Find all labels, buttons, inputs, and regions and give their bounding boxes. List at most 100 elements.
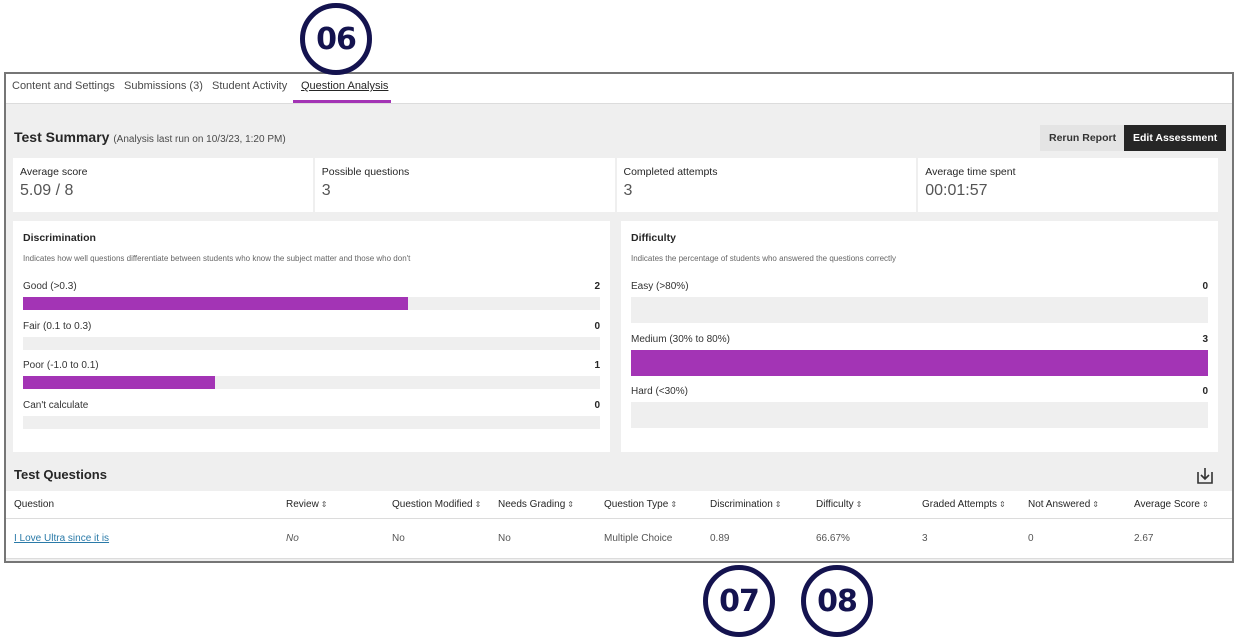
- test-questions-table: Question Review ⇕ Question Modified ⇕ Needs G…: [6, 491, 1232, 559]
- bar-row: Good (>0.3) 2: [23, 281, 600, 310]
- column-header[interactable]: Graded Attempts ⇕: [922, 491, 1006, 519]
- bar-row: Fair (0.1 to 0.3) 0: [23, 321, 600, 350]
- column-header-label: Review: [286, 499, 319, 510]
- tab-submissions[interactable]: Submissions (3): [124, 80, 203, 104]
- bar-track: [631, 297, 1208, 323]
- column-header-label: Difficulty: [816, 499, 854, 510]
- stat-value: 3: [321, 182, 331, 199]
- bar-label: Hard (<30%): [631, 386, 688, 397]
- bar-label: Good (>0.3): [23, 281, 77, 292]
- column-header-label: Question Type: [604, 499, 669, 510]
- column-header[interactable]: Question Type ⇕: [604, 491, 677, 519]
- table-cell: No: [286, 533, 299, 544]
- bar-value-label: 1: [594, 360, 600, 371]
- table-cell: 3: [922, 533, 928, 544]
- chart-title: Difficulty: [631, 232, 676, 244]
- tab-bar: Content and Settings Submissions (3) Stu…: [6, 74, 1232, 104]
- bar-value-label: 0: [1202, 281, 1208, 292]
- bar-header: Poor (-1.0 to 0.1) 1: [23, 360, 600, 371]
- bar-value-label: 2: [594, 281, 600, 292]
- table-row: I Love Ultra since it is No No No Multiple C…: [6, 519, 1232, 559]
- column-header-label: Needs Grading: [498, 499, 566, 510]
- bar-label: Medium (30% to 80%): [631, 333, 730, 345]
- bar-track: [23, 376, 600, 389]
- stat-average-score: Average score 5.09 / 8: [13, 158, 313, 212]
- sort-icon: ⇕: [320, 500, 328, 509]
- tab-content-and-settings[interactable]: Content and Settings: [12, 80, 115, 104]
- bar-label: Can't calculate: [23, 399, 89, 411]
- question-link-cell: I Love Ultra since it is: [14, 519, 109, 559]
- edit-assessment-button[interactable]: Edit Assessment: [1124, 125, 1227, 151]
- table-cell: 66.67%: [816, 533, 850, 544]
- table-cell: 0: [1028, 533, 1034, 544]
- column-header[interactable]: Difficulty ⇕: [816, 491, 862, 519]
- test-summary-heading: Test Summary (Analysis last run on 10/3/…: [14, 129, 286, 145]
- bar-row: Hard (<30%) 0: [631, 386, 1208, 428]
- column-header-label: Graded Attempts: [922, 499, 998, 510]
- bar-value-label: 0: [1202, 386, 1208, 397]
- analysis-last-run: (Analysis last run on 10/3/23, 1:20 PM): [113, 134, 286, 145]
- bar-row: Medium (30% to 80%) 3: [631, 334, 1208, 376]
- callout-badge: 06: [300, 3, 372, 75]
- sort-icon: ⇕: [1201, 500, 1209, 509]
- sort-icon: ⇕: [855, 500, 863, 509]
- bar: [631, 349, 1208, 376]
- stat-label: Completed attempts: [623, 166, 718, 178]
- column-header[interactable]: Needs Grading ⇕: [498, 491, 574, 519]
- summary-stats: Average score 5.09 / 8 Possible question…: [13, 158, 1218, 212]
- sort-icon: ⇕: [670, 500, 678, 509]
- stat-average-time-spent: Average time spent 00:01:57: [918, 158, 1218, 212]
- discrimination-chart: Discrimination Indicates how well questi…: [13, 221, 610, 452]
- column-header-label: Discrimination: [710, 499, 773, 510]
- download-icon: [1197, 468, 1213, 484]
- bar-label: Poor (-1.0 to 0.1): [23, 360, 99, 371]
- table-cell: 2.67: [1134, 533, 1154, 544]
- bar-track: [23, 415, 600, 429]
- sort-icon: ⇕: [999, 500, 1006, 509]
- bar-row: Can't calculate 0: [23, 400, 600, 429]
- table-cell: Multiple Choice: [604, 533, 673, 544]
- stat-label: Average score: [20, 166, 88, 178]
- column-header[interactable]: Review ⇕: [286, 491, 328, 519]
- column-header[interactable]: Not Answered ⇕: [1028, 491, 1099, 519]
- bar-row: Easy (>80%) 0: [631, 281, 1208, 323]
- column-header[interactable]: Discrimination ⇕: [710, 491, 782, 519]
- stat-label: Possible questions: [321, 166, 410, 178]
- bar-track: [23, 336, 600, 350]
- stat-label: Average time spent: [925, 166, 1016, 178]
- bar-value-label: 3: [1202, 333, 1208, 345]
- column-header-label: Not Answered: [1028, 499, 1091, 510]
- question-link[interactable]: I Love Ultra since it is: [14, 533, 109, 544]
- download-button[interactable]: [1194, 465, 1216, 487]
- sort-icon: ⇕: [774, 500, 782, 509]
- column-header[interactable]: Question: [14, 491, 54, 519]
- rerun-report-button[interactable]: Rerun Report: [1040, 125, 1126, 151]
- stat-value: 3: [623, 182, 633, 199]
- bar-track: [23, 297, 600, 310]
- sort-icon: ⇕: [567, 500, 574, 509]
- test-summary-title: Test Summary: [14, 129, 110, 145]
- column-header[interactable]: Question Modified ⇕: [392, 491, 481, 519]
- bar-label: Easy (>80%): [631, 281, 689, 292]
- chart-description: Indicates the percentage of students who…: [631, 254, 897, 263]
- column-header[interactable]: Average Score ⇕: [1134, 491, 1209, 519]
- table-body: I Love Ultra since it is No No No Multiple C…: [6, 519, 1232, 559]
- question-analysis-panel: Content and Settings Submissions (3) Stu…: [4, 72, 1234, 563]
- chart-title: Discrimination: [23, 232, 96, 244]
- test-questions-heading: Test Questions: [14, 467, 107, 482]
- tab-student-activity[interactable]: Student Activity: [212, 80, 287, 104]
- column-header-label: Question Modified: [392, 499, 473, 510]
- bar-header: Hard (<30%) 0: [631, 386, 1208, 397]
- bar-header: Medium (30% to 80%) 3: [631, 334, 1208, 345]
- bar: [23, 376, 216, 389]
- column-header-label: Average Score: [1134, 499, 1200, 510]
- sort-icon: ⇕: [1092, 500, 1099, 509]
- bar-track: [631, 402, 1208, 428]
- table-cell: No: [498, 533, 511, 544]
- bar-header: Good (>0.3) 2: [23, 281, 600, 292]
- bar-header: Fair (0.1 to 0.3) 0: [23, 321, 600, 332]
- table-cell: 0.89: [710, 533, 730, 544]
- stat-possible-questions: Possible questions 3: [314, 158, 615, 212]
- bar-track: [631, 349, 1208, 376]
- bar-value-label: 0: [594, 320, 600, 332]
